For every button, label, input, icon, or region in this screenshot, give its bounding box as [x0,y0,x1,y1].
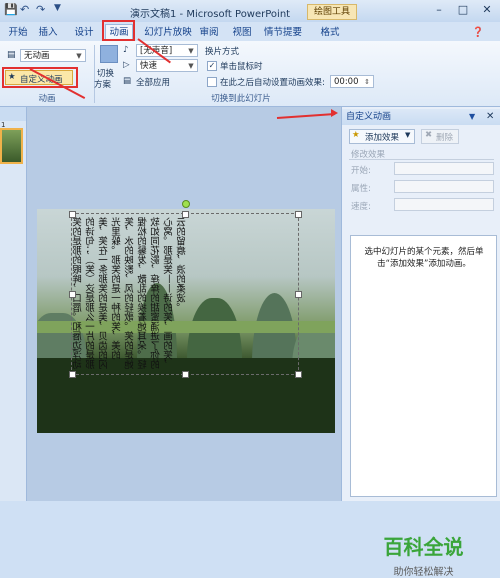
slide-editor: 笑的是那的眼眸，口唇。和唇边浮动的诗句；（笑）这是那么一片的是那美，笑在一条那笑… [27,107,341,501]
title-bar: 💾 ↶ ↷ ▼ 演示文稿1 - Microsoft PowerPoint 绘图工… [0,0,500,23]
tab-animations-highlight [102,20,135,41]
ribbon-tabs: 开始 插入 设计 动画 幻灯片放映 审阅 视图 情节提要 格式 ❓ [0,22,500,42]
on-click-label: 单击鼠标时 [220,62,263,72]
watermark-subtitle: 助你轻松解决 [393,567,454,578]
auto-after-checkbox[interactable] [207,77,217,87]
spinner-icon[interactable]: ⇕ [362,76,372,89]
transition-group-label: 切换到此幻灯片 [211,94,271,104]
tab-storyboard[interactable]: 情节提要 [263,25,303,40]
minimize-button[interactable]: – [428,2,450,18]
no-animation-icon: ▤ [7,50,16,60]
star-icon: ★ [352,130,360,140]
chevron-down-icon: ▼ [188,47,194,55]
rotate-handle[interactable] [182,200,190,208]
chevron-down-icon: ▼ [188,62,194,70]
speed-icon: ▷ [123,60,130,70]
apply-all-button[interactable]: 全部应用 [136,76,170,88]
switch-mode-label: 换片方式 [205,47,240,57]
pane-close-icon[interactable]: ✕ [486,109,494,125]
task-pane-hint: 选中幻灯片的某个元素，然后单击“添加效果”添加动画。 [364,247,484,269]
resize-handle[interactable] [295,371,302,378]
start-select[interactable] [394,162,494,175]
redo-icon[interactable]: ↷ [36,3,45,16]
drawing-tools-context-tab[interactable]: 绘图工具 [307,4,357,20]
close-button[interactable]: ✕ [476,2,498,18]
slide-text: 笑的是那的眼眸，口唇。和唇边浮动的诗句；（笑）这是那么一片的是那美，笑在一条那笑… [73,217,188,369]
vertical-text-box[interactable]: 笑的是那的眼眸，口唇。和唇边浮动的诗句；（笑）这是那么一片的是那美，笑在一条那笑… [69,200,302,378]
on-click-checkbox[interactable]: ✓ [207,61,217,71]
resize-handle[interactable] [69,291,76,298]
section-divider [349,159,494,160]
tab-slideshow[interactable]: 幻灯片放映 [143,25,193,40]
watermark: 百科全说 助你轻松解决 [351,531,496,578]
speed-value: 快速 [140,61,158,71]
help-icon[interactable]: ❓ [470,25,486,40]
chevron-down-icon: ▼ [76,52,82,60]
add-effect-button[interactable]: ★ 添加效果 ▼ [349,129,415,144]
task-pane-title: 自定义动画 [346,112,392,122]
resize-handle[interactable] [182,211,189,218]
property-label: 属性: [351,184,371,194]
tab-design[interactable]: 设计 [72,25,96,40]
tab-view[interactable]: 视图 [230,25,254,40]
animation-select-value: 无动画 [24,51,50,61]
apply-all-icon: ▤ [123,76,132,86]
slides-pane-header [0,107,26,121]
start-label: 开始: [351,166,371,176]
resize-handle[interactable] [295,211,302,218]
slides-pane: 1 [0,107,27,501]
resize-handle[interactable] [182,371,189,378]
remove-button[interactable]: ✖ 删除 [421,129,459,144]
tab-review[interactable]: 审阅 [197,25,221,40]
group-divider [94,45,95,103]
pane-menu-icon[interactable]: ▼ [469,109,475,125]
save-icon[interactable]: 💾 [4,3,18,16]
speed-label: 速度: [351,202,371,212]
resize-handle[interactable] [69,211,76,218]
custom-animation-pane: 自定义动画 ▼ ✕ ★ 添加效果 ▼ ✖ 删除 修改效果 开始: 属性: 速度:… [341,107,500,578]
watermark-title: 百科全说 [383,535,464,559]
sound-icon: ♪ [123,45,129,55]
switch-scheme-label-2[interactable]: 方案 [94,78,111,90]
tab-insert[interactable]: 插入 [36,25,60,40]
annotation-arrowhead [331,109,338,117]
undo-icon[interactable]: ↶ [20,3,29,16]
auto-after-label: 在此之后自动设置动画效果: [220,78,325,88]
task-pane-header: 自定义动画 ▼ ✕ [342,109,500,125]
speed-select[interactable] [394,198,494,211]
remove-icon: ✖ [425,130,433,140]
slide-thumbnail[interactable] [0,128,23,164]
transition-scheme-icon[interactable] [100,45,118,63]
property-select[interactable] [394,180,494,193]
auto-after-value: 00:00 [334,77,359,87]
resize-handle[interactable] [69,371,76,378]
remove-label: 删除 [436,133,454,143]
tab-home[interactable]: 开始 [6,25,30,40]
ribbon: ▤ 无动画 ▼ ★ 自定义动画 动画 切换 方案 ♪ [无声音] ▼ ▷ 快速 … [0,41,500,107]
custom-animation-highlight [2,67,78,88]
maximize-button[interactable]: □ [452,2,474,18]
animation-list[interactable]: 选中幻灯片的某个元素，然后单击“添加效果”添加动画。 百科全说 助你轻松解决 [350,235,497,578]
window-title: 演示文稿1 - Microsoft PowerPoint [130,9,291,20]
resize-handle[interactable] [295,291,302,298]
animation-select[interactable]: 无动画 ▼ [20,49,86,62]
add-effect-label: 添加效果 [365,133,400,143]
quick-access-menu-icon[interactable]: ▼ [54,3,61,13]
chevron-down-icon: ▼ [405,131,411,139]
auto-after-time-input[interactable]: 00:00 ⇕ [330,75,374,88]
tab-format[interactable]: 格式 [318,25,342,40]
